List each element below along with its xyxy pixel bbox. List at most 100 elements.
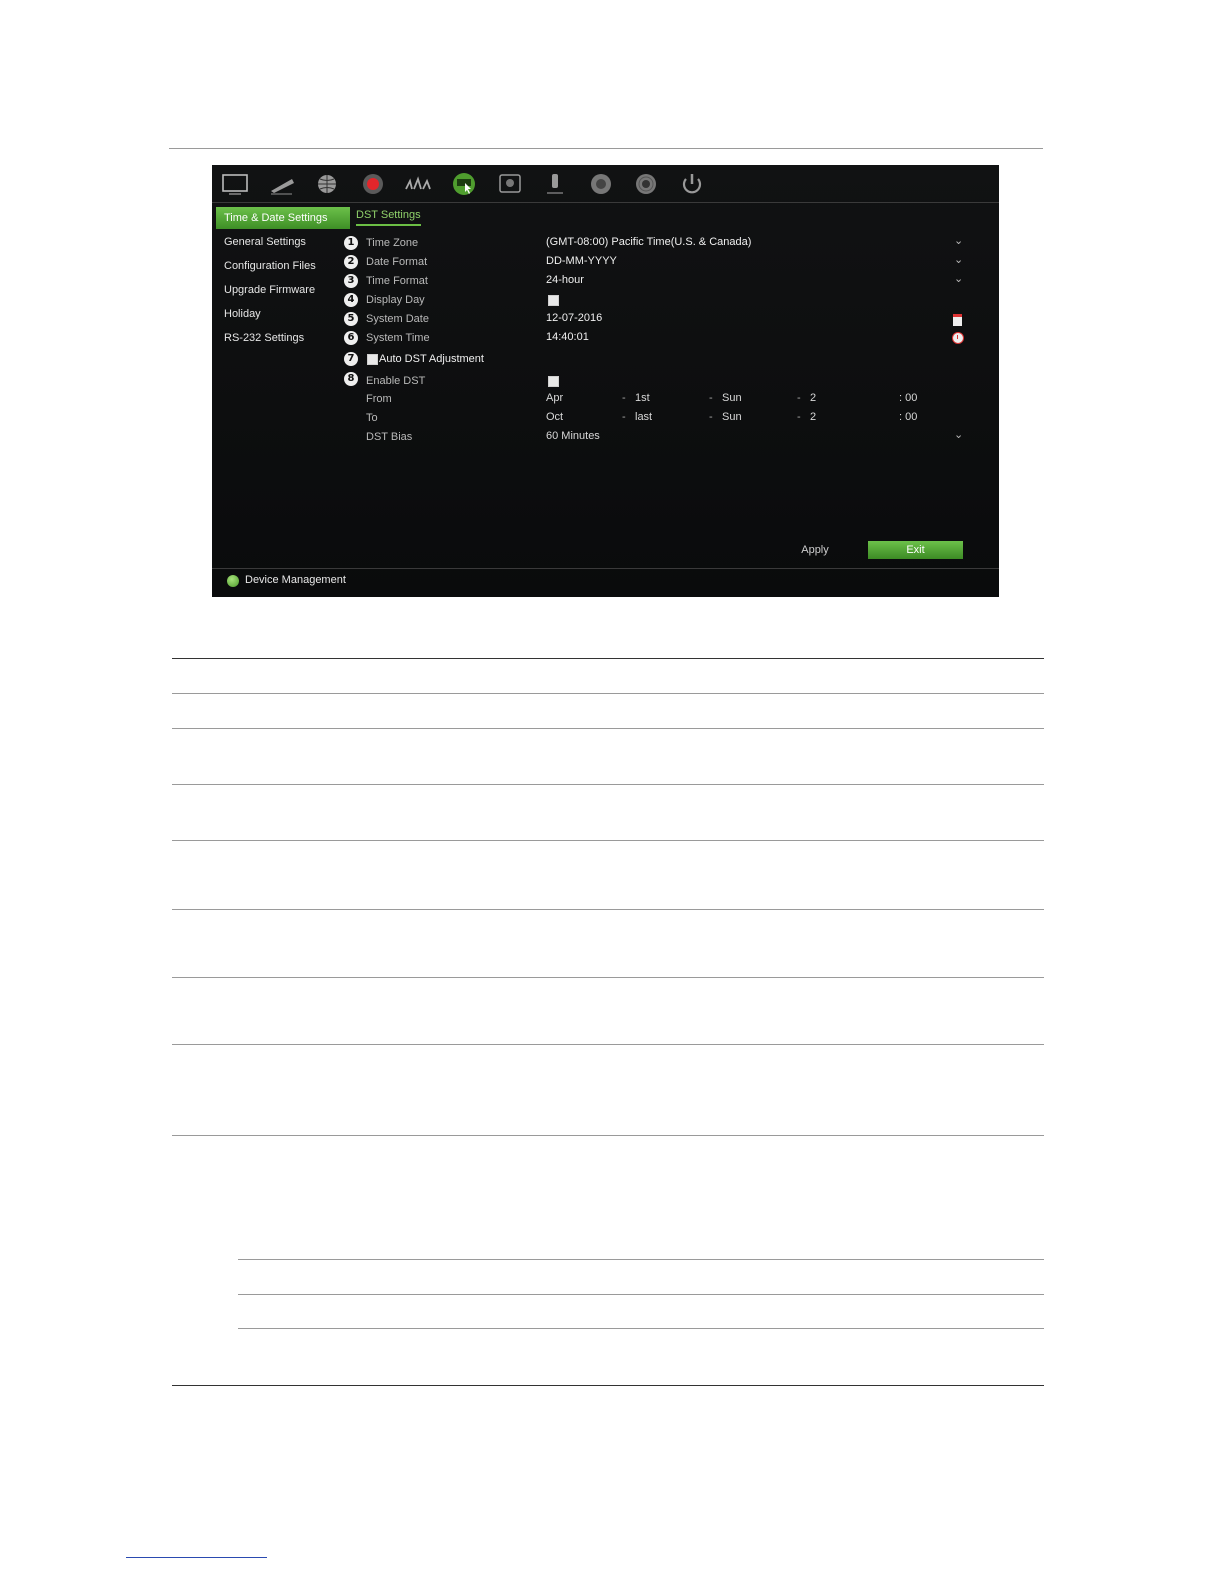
table-rule xyxy=(172,784,1044,785)
table-rule xyxy=(172,1044,1044,1045)
status-icon xyxy=(227,575,239,587)
separator: - xyxy=(797,411,801,423)
clock-icon[interactable] xyxy=(952,332,964,344)
system-time-row: 6 System Time 14:40:01 xyxy=(344,331,974,349)
time-format-select[interactable]: 24-hour xyxy=(546,274,584,286)
separator: - xyxy=(622,411,626,423)
network-icon[interactable] xyxy=(312,170,342,198)
shutdown-icon[interactable] xyxy=(677,170,707,198)
callout-number: 3 xyxy=(344,274,358,288)
table-sub-rule xyxy=(238,1294,1044,1295)
dst-bias-label: DST Bias xyxy=(366,431,413,443)
status-text: Device Management xyxy=(245,574,346,586)
system-date-field[interactable]: 12-07-2016 xyxy=(546,312,602,324)
alarm-icon[interactable] xyxy=(403,170,433,198)
sidebar: Time & Date Settings General Settings Co… xyxy=(216,207,350,351)
table-rule xyxy=(172,977,1044,978)
camera-icon[interactable] xyxy=(267,170,297,198)
enable-dst-label: Enable DST xyxy=(366,375,426,387)
date-format-select[interactable]: DD-MM-YYYY xyxy=(546,255,617,267)
table-bottom-rule xyxy=(172,1385,1044,1386)
settings-icon[interactable] xyxy=(631,170,661,198)
callout-number: 6 xyxy=(344,331,358,345)
table-rule xyxy=(172,909,1044,910)
time-zone-select[interactable]: (GMT-08:00) Pacific Time(U.S. & Canada) xyxy=(546,236,751,248)
time-zone-row: 1 Time Zone (GMT-08:00) Pacific Time(U.S… xyxy=(344,234,974,254)
status-bar: Device Management xyxy=(212,569,999,597)
exit-button[interactable]: Exit xyxy=(868,541,963,559)
callout-number: 2 xyxy=(344,255,358,269)
enable-dst-checkbox[interactable] xyxy=(548,376,559,387)
sidebar-item-upgrade-firmware[interactable]: Upgrade Firmware xyxy=(216,279,350,301)
system-time-field[interactable]: 14:40:01 xyxy=(546,331,589,343)
to-week-select[interactable]: last xyxy=(635,411,652,423)
user-icon[interactable] xyxy=(540,170,570,198)
separator: - xyxy=(709,411,713,423)
system-date-label: System Date xyxy=(366,313,429,325)
time-format-row: 3 Time Format 24-hour ⌄ xyxy=(344,272,974,292)
sidebar-item-general-settings[interactable]: General Settings xyxy=(216,231,350,253)
to-hour-select[interactable]: 2 xyxy=(810,411,816,423)
from-week-select[interactable]: 1st xyxy=(635,392,650,404)
display-day-row: 4 Display Day xyxy=(344,293,974,311)
table-sub-rule xyxy=(238,1328,1044,1329)
dst-bias-row: DST Bias 60 Minutes ⌄ xyxy=(344,428,974,448)
time-zone-label: Time Zone xyxy=(366,237,419,249)
chevron-down-icon[interactable]: ⌄ xyxy=(954,253,963,266)
from-day-select[interactable]: Sun xyxy=(722,392,742,404)
chevron-down-icon[interactable]: ⌄ xyxy=(954,234,963,247)
callout-number: 8 xyxy=(344,372,358,386)
to-minute-select[interactable]: : 00 xyxy=(899,411,917,423)
from-minute-select[interactable]: : 00 xyxy=(899,392,917,404)
display-day-label: Display Day xyxy=(366,294,425,306)
callout-number: 4 xyxy=(344,293,358,307)
system-info-icon[interactable] xyxy=(586,170,616,198)
page-top-rule xyxy=(169,148,1043,149)
chevron-down-icon[interactable]: ⌄ xyxy=(954,272,963,285)
enable-dst-row: 8 Enable DST xyxy=(344,372,974,390)
date-format-label: Date Format xyxy=(366,256,428,268)
table-rule xyxy=(172,840,1044,841)
date-format-row: 2 Date Format DD-MM-YYYY ⌄ xyxy=(344,253,974,273)
from-hour-select[interactable]: 2 xyxy=(810,392,816,404)
from-month-select[interactable]: Apr xyxy=(546,392,563,404)
table-rule xyxy=(172,693,1044,694)
auto-dst-checkbox[interactable] xyxy=(367,354,378,365)
to-day-select[interactable]: Sun xyxy=(722,411,742,423)
callout-number: 1 xyxy=(344,236,358,250)
auto-dst-label: Auto DST Adjustment xyxy=(379,353,484,365)
table-sub-rule xyxy=(238,1259,1044,1260)
main-menu-icon-bar xyxy=(212,165,999,203)
to-month-select[interactable]: Oct xyxy=(546,411,563,423)
sidebar-item-time-date-settings[interactable]: Time & Date Settings xyxy=(216,207,350,229)
sidebar-item-rs232-settings[interactable]: RS-232 Settings xyxy=(216,327,350,349)
calendar-icon[interactable] xyxy=(953,314,962,326)
tab-dst-settings[interactable]: DST Settings xyxy=(356,209,421,226)
callout-number: 5 xyxy=(344,312,358,326)
separator: - xyxy=(709,392,713,404)
dst-from-row: From Apr - 1st - Sun - 2 : 00 xyxy=(344,392,974,410)
dst-to-label: To xyxy=(366,412,378,424)
dst-bias-select[interactable]: 60 Minutes xyxy=(546,430,600,442)
storage-icon[interactable] xyxy=(495,170,525,198)
table-rule xyxy=(172,1135,1044,1136)
icon-bar-divider xyxy=(212,202,999,203)
sidebar-item-holiday[interactable]: Holiday xyxy=(216,303,350,325)
separator: - xyxy=(622,392,626,404)
system-time-label: System Time xyxy=(366,332,430,344)
time-format-label: Time Format xyxy=(366,275,428,287)
display-day-checkbox[interactable] xyxy=(548,295,559,306)
display-icon[interactable] xyxy=(220,170,250,198)
recording-icon[interactable] xyxy=(358,170,388,198)
chevron-down-icon[interactable]: ⌄ xyxy=(954,428,963,441)
sidebar-item-configuration-files[interactable]: Configuration Files xyxy=(216,255,350,277)
table-top-rule xyxy=(172,658,1044,659)
table-rule xyxy=(172,728,1044,729)
callout-number: 7 xyxy=(344,352,358,366)
footer-link-underline xyxy=(126,1557,267,1558)
separator: - xyxy=(797,392,801,404)
dst-to-row: To Oct - last - Sun - 2 : 00 xyxy=(344,411,974,429)
apply-button[interactable]: Apply xyxy=(774,541,856,559)
device-management-icon[interactable] xyxy=(449,170,479,198)
auto-dst-row: 7 Auto DST Adjustment xyxy=(344,352,974,370)
